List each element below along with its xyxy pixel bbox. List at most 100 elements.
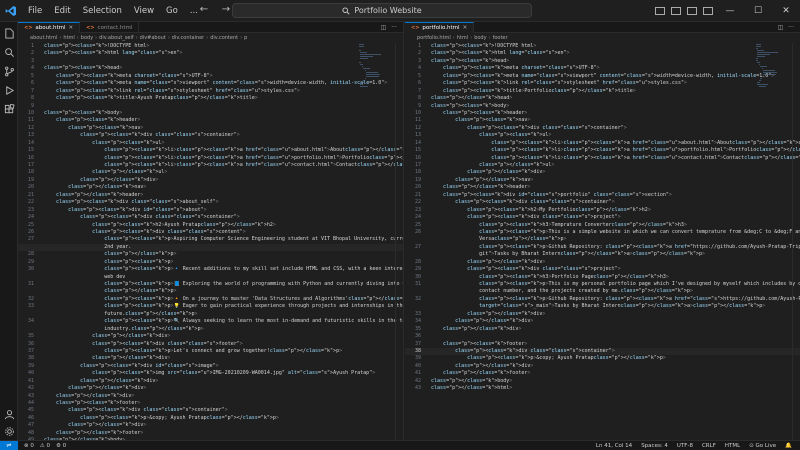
split-editor-icon[interactable]: ◫ (778, 24, 784, 31)
code-line[interactable]: 45 class="p"><class="k">div class="class… (18, 407, 403, 414)
code-line[interactable]: web dev (18, 274, 403, 281)
source-control-icon[interactable] (3, 65, 15, 77)
command-center-search[interactable]: Portfolio Website (232, 3, 532, 18)
code-line[interactable]: 32 class="p"><class="k">p>🔸 On a journey… (18, 296, 403, 303)
code-line[interactable]: 33 class="p"></class="k">div> (405, 311, 800, 318)
code-line[interactable]: 20 class="p"></class="k">header> (405, 184, 800, 191)
code-line[interactable]: 25 class="p"><class="k">h2>Ayush Pratapc… (18, 222, 403, 229)
menu-selection[interactable]: Selection (77, 6, 128, 16)
code-line[interactable]: 18 class="p"></class="k">ul> (18, 169, 403, 176)
close-tab-icon[interactable]: ✕ (69, 25, 74, 31)
close-icon[interactable]: ✕ (772, 0, 800, 22)
code-line[interactable]: 29 class="p"><class="k">div class="class… (405, 266, 800, 273)
code-line[interactable]: 24 class="p"><class="k">div class="class… (405, 214, 800, 221)
code-line[interactable]: 33 class="p"><class="k">p>💡 Eager to gai… (18, 303, 403, 310)
code-line[interactable]: 22 class="p"><class="k">div class="class… (405, 199, 800, 206)
code-line[interactable]: 35 class="p"></class="k">div> (405, 326, 800, 333)
code-line[interactable]: target="class="s">_main">Tasks by Bharat… (405, 303, 800, 310)
code-line[interactable]: 37 class="p"><class="k">p>Let's connect … (18, 348, 403, 355)
code-line[interactable]: 26 class="p"><class="k">p>This is a simp… (405, 229, 800, 236)
language-mode[interactable]: HTML (725, 443, 740, 449)
code-line[interactable]: 27 class="p"><class="k">p>Aspiring Compu… (18, 236, 403, 243)
code-line[interactable]: 28 class="p"></class="k">p> (18, 251, 403, 258)
code-line[interactable]: 8 class="p"></class="k">head> (405, 95, 800, 102)
code-editor[interactable]: 1 class="p"><class="k">!DOCTYPE html> 2 cla… (18, 43, 403, 450)
code-line[interactable]: class="p"></class="k">p> (18, 288, 403, 295)
code-line[interactable]: 37 class="p"><class="k">footer> (405, 341, 800, 348)
code-line[interactable]: 36 (405, 333, 800, 340)
tab-contact-html[interactable]: <> contact.html (80, 22, 140, 33)
code-line[interactable]: 34 class="p"></class="k">div> (405, 318, 800, 325)
settings-gear-icon[interactable] (3, 425, 15, 437)
code-line[interactable]: 8 class="p"><class="k">title>Ayush Prata… (18, 95, 403, 102)
ports-indicator[interactable]: ⚙ 0 (56, 443, 66, 449)
code-line[interactable]: 15 class="p"><class="k">li>class="p"><cl… (405, 147, 800, 154)
code-line[interactable]: git">Tasks by Bharat Internclass="p"></c… (405, 251, 800, 258)
breadcrumb-item[interactable]: html (63, 35, 74, 41)
close-tab-icon[interactable]: ✕ (463, 25, 468, 31)
code-line[interactable]: 10 class="p"><class="k">header> (405, 110, 800, 117)
code-editor[interactable]: 1 class="p"><class="k">!DOCTYPE html> 2 cla… (405, 43, 800, 440)
tab-portfolio-html[interactable]: <> portfolio.html ✕ (405, 22, 475, 33)
code-line[interactable]: 11 class="p"><class="k">nav> (405, 117, 800, 124)
code-line[interactable]: 16 class="p"><class="k">li>class="p"><cl… (405, 155, 800, 162)
code-line[interactable]: 41 class="p"></class="k">footer> (405, 370, 800, 377)
more-actions-icon[interactable]: ··· (788, 24, 794, 31)
menu-edit[interactable]: Edit (48, 6, 76, 16)
code-line[interactable]: 17 class="p"></class="k">ul> (405, 162, 800, 169)
code-line[interactable]: 30 class="p"><class="k">h3>Portfolio Pag… (405, 274, 800, 281)
code-line[interactable]: 22 class="p"><class="k">div class="class… (18, 199, 403, 206)
code-line[interactable]: Versaclass="p"></class="k">p> (405, 236, 800, 243)
code-line[interactable]: future.class="p"></class="k">p> (18, 311, 403, 318)
code-line[interactable]: 19 class="p"></class="k">div> (18, 177, 403, 184)
code-line[interactable]: 30 class="p"><class="k">p>🔹 Recent addit… (18, 266, 403, 273)
code-line[interactable]: 11 class="p"><class="k">header> (18, 117, 403, 124)
explorer-icon[interactable] (3, 27, 15, 39)
code-line[interactable]: 10 class="p"><class="k">body> (18, 110, 403, 117)
more-actions-icon[interactable]: ··· (391, 24, 397, 31)
code-line[interactable]: 15 class="p"><class="k">li>class="p"><cl… (18, 147, 403, 154)
vertical-scrollbar[interactable] (792, 43, 800, 440)
code-line[interactable]: 7 class="p"><class="k">title>Portfoliocl… (405, 88, 800, 95)
code-line[interactable]: 6 class="p"><class="k">link rel="class="… (405, 80, 800, 87)
code-line[interactable]: 9 (18, 103, 403, 110)
breadcrumb-item[interactable]: p (244, 35, 247, 41)
code-line[interactable]: 42 class="p"></class="k">body> (405, 378, 800, 385)
menu-view[interactable]: View (128, 6, 160, 16)
extensions-icon[interactable] (3, 103, 15, 115)
code-line[interactable]: 48 class="p"></class="k">footer> (18, 430, 403, 437)
code-line[interactable]: 23 class="p"><class="k">div id="class="s… (18, 207, 403, 214)
breadcrumb-item[interactable]: body (81, 35, 93, 41)
code-line[interactable]: 1 class="p"><class="k">!DOCTYPE html> (405, 43, 800, 50)
code-line[interactable]: 40 class="p"><class="k">img src="class="… (18, 370, 403, 377)
code-line[interactable]: 12 class="p"><class="k">div class="class… (405, 125, 800, 132)
code-line[interactable]: 47 class="p"></class="k">div> (18, 422, 403, 429)
go-live-button[interactable]: ⊙ Go Live (749, 443, 776, 449)
tab-about-html[interactable]: <> about.html ✕ (18, 22, 81, 33)
breadcrumb-item[interactable]: footer (493, 35, 508, 41)
code-line[interactable]: 39 class="p"><class="k">p>&copy; Ayush P… (405, 355, 800, 362)
code-line[interactable]: 43 class="p"></class="k">div> (18, 393, 403, 400)
code-line[interactable]: 40 class="p"></class="k">div> (405, 363, 800, 370)
remote-indicator-icon[interactable]: ⇌ (0, 440, 18, 450)
code-line[interactable]: 2 class="p"><class="k">html lang="class="… (18, 50, 403, 57)
breadcrumb-item[interactable]: about.html (30, 35, 57, 41)
notifications-bell-icon[interactable]: 🔔 (785, 443, 792, 449)
code-line[interactable]: 43 class="p"></class="k">html> (405, 385, 800, 392)
code-line[interactable]: 2nd year. (18, 243, 403, 252)
code-line[interactable]: 25 class="p"><class="k">h3>Temprature Co… (405, 222, 800, 229)
menu-file[interactable]: File (22, 6, 48, 16)
code-line[interactable]: 44 class="p"><class="k">footer> (18, 400, 403, 407)
code-line[interactable]: 4 class="p"><class="k">meta charset="cla… (405, 65, 800, 72)
account-icon[interactable] (3, 408, 15, 420)
code-line[interactable]: 1 class="p"><class="k">!DOCTYPE html> (18, 43, 403, 50)
problems-warnings[interactable]: ⚠ 0 (40, 443, 50, 449)
breadcrumb-item[interactable]: div.container (172, 35, 204, 41)
code-line[interactable]: 3 (18, 58, 403, 65)
code-line[interactable]: 27 class="p"><class="k">p>Github Reposit… (405, 244, 800, 251)
cursor-position[interactable]: Ln 41, Col 14 (596, 443, 632, 449)
code-line[interactable]: 17 class="p"><class="k">li>class="p"><cl… (18, 162, 403, 169)
customize-layout-icon[interactable] (703, 7, 713, 15)
code-line[interactable]: 42 class="p"></class="k">div> (18, 385, 403, 392)
line-ending[interactable]: CRLF (702, 443, 716, 449)
